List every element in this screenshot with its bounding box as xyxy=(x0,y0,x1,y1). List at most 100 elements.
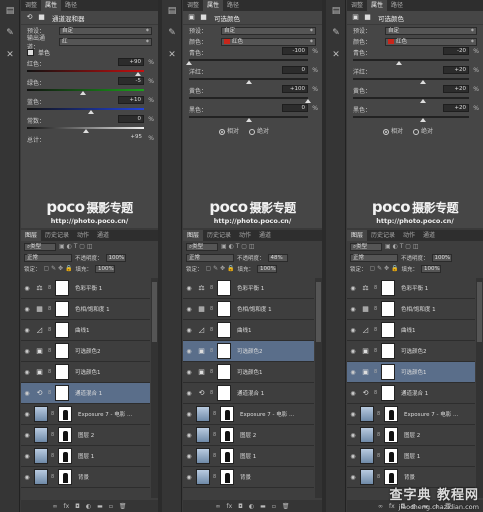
layer-row[interactable]: ◉ 8 图层 2 xyxy=(21,425,150,446)
mask-icon[interactable]: ■ xyxy=(199,13,208,22)
link-layers-icon[interactable]: ∞ xyxy=(215,503,220,510)
filter-icons[interactable]: ▣ ◐ T ▢ ◫ xyxy=(59,243,93,250)
slider-knob[interactable] xyxy=(245,80,252,84)
slider-track[interactable] xyxy=(353,116,469,118)
link-layers-icon[interactable]: ∞ xyxy=(52,503,57,510)
new-layer-icon[interactable]: ▫ xyxy=(272,503,276,510)
tools-icon[interactable]: ✕ xyxy=(329,49,343,61)
color-select[interactable]: 红色 xyxy=(385,37,477,46)
preset-select[interactable]: 自定 xyxy=(59,26,152,35)
layer-row[interactable]: ◉ 8 背景 xyxy=(21,467,150,488)
slider-knob[interactable] xyxy=(419,80,426,84)
layer-row[interactable]: ◉ 8 图层 1 xyxy=(183,446,314,467)
layer-mask[interactable] xyxy=(55,301,69,317)
layer-row[interactable]: ◉ ⚖ 8 色彩平衡 1 xyxy=(21,278,150,299)
slider-value-input[interactable]: +20 xyxy=(443,85,469,93)
blend-mode-select[interactable]: 正常 xyxy=(186,253,234,262)
opacity-input[interactable]: 100% xyxy=(105,253,126,262)
fx-icon[interactable]: fx xyxy=(226,503,232,510)
layer-row[interactable]: ◉ ⚖ 8 色彩平衡 1 xyxy=(347,278,475,299)
eye-icon[interactable]: ◉ xyxy=(23,411,31,418)
eye-icon[interactable]: ◉ xyxy=(185,390,193,397)
layer-row[interactable]: ◉ ◿ 8 曲线1 xyxy=(21,320,150,341)
eye-icon[interactable]: ◉ xyxy=(349,411,357,418)
layer-row[interactable]: ◉ 8 图层 2 xyxy=(183,425,314,446)
slider-value-input[interactable]: -5 xyxy=(118,77,144,85)
layer-row[interactable]: ◉ ▦ 8 色相/饱和度 1 xyxy=(183,299,314,320)
tab-paths[interactable]: 路径 xyxy=(387,0,407,11)
radio-absolute[interactable]: 绝对 xyxy=(413,126,433,135)
layer-mask[interactable] xyxy=(220,427,234,443)
layer-row[interactable]: ◉ ▣ 8 可选颜色2 xyxy=(183,341,314,362)
trash-icon[interactable]: 🗑 xyxy=(119,503,127,510)
tab-adjustments[interactable]: 调整 xyxy=(183,0,203,11)
tab-layers-0[interactable]: 图层 xyxy=(21,230,42,241)
tools-icon[interactable]: ✕ xyxy=(165,49,179,61)
layer-mask[interactable] xyxy=(55,280,69,296)
layer-row[interactable]: ◉ ▣ 8 可选颜色2 xyxy=(21,341,150,362)
adjustment-icon[interactable]: ◐ xyxy=(249,503,254,510)
eye-icon[interactable]: ◉ xyxy=(23,327,31,334)
fill-input[interactable]: 100% xyxy=(94,264,115,273)
tab-properties[interactable]: 属性 xyxy=(367,0,388,11)
layer-mask[interactable] xyxy=(58,427,72,443)
eye-icon[interactable]: ◉ xyxy=(349,432,357,439)
opacity-input[interactable]: 48% xyxy=(267,253,288,262)
layer-row[interactable]: ◉ ▣ 8 可选颜色1 xyxy=(183,362,314,383)
layer-row[interactable]: ◉ ▦ 8 色相/饱和度 1 xyxy=(347,299,475,320)
tab-adjustments[interactable]: 调整 xyxy=(21,0,41,11)
layer-mask[interactable] xyxy=(55,322,69,338)
fill-input[interactable]: 100% xyxy=(420,264,441,273)
radio-absolute[interactable]: 绝对 xyxy=(249,126,269,135)
layer-mask[interactable] xyxy=(55,364,69,380)
slider-value-input[interactable]: +100 xyxy=(282,85,308,93)
eye-icon[interactable]: ◉ xyxy=(349,390,357,397)
eye-icon[interactable]: ◉ xyxy=(23,369,31,376)
slider-knob[interactable] xyxy=(135,72,142,76)
tab-paths[interactable]: 路径 xyxy=(61,0,81,11)
slider-value-input[interactable]: 0 xyxy=(282,66,308,74)
brush-settings-icon[interactable]: ✎ xyxy=(3,27,17,39)
layer-row[interactable]: ◉ ▣ 8 可选颜色1 xyxy=(347,362,475,383)
radio-relative[interactable]: 相对 xyxy=(219,126,239,135)
blend-mode-select[interactable]: 正常 xyxy=(350,253,398,262)
layers-scrollbar[interactable] xyxy=(315,278,322,498)
layer-mask[interactable] xyxy=(381,301,395,317)
group-icon[interactable]: ▬ xyxy=(97,503,103,510)
filter-icons[interactable]: ▣ ◐ T ▢ ◫ xyxy=(385,243,419,250)
layers-scrollbar[interactable] xyxy=(476,278,483,498)
tab-layers-0[interactable]: 图层 xyxy=(347,230,368,241)
eye-icon[interactable]: ◉ xyxy=(23,285,31,292)
radio-relative[interactable]: 相对 xyxy=(383,126,403,135)
mask-icon[interactable]: ■ xyxy=(37,13,46,22)
layer-mask[interactable] xyxy=(55,343,69,359)
slider-knob[interactable] xyxy=(82,129,89,133)
eye-icon[interactable]: ◉ xyxy=(349,327,357,334)
tab-paths[interactable]: 路径 xyxy=(223,0,243,11)
eye-icon[interactable]: ◉ xyxy=(349,453,357,460)
slider-track[interactable] xyxy=(27,70,144,72)
slider-knob[interactable] xyxy=(245,118,252,122)
layer-row[interactable]: ◉ 8 背景 xyxy=(183,467,314,488)
tab-layers-3[interactable]: 通道 xyxy=(419,230,439,241)
eye-icon[interactable]: ◉ xyxy=(185,369,193,376)
layer-row[interactable]: ◉ ▣ 8 可选颜色2 xyxy=(347,341,475,362)
layer-mask[interactable] xyxy=(220,469,234,485)
slider-value-input[interactable]: -100 xyxy=(282,47,308,55)
new-layer-icon[interactable]: ▫ xyxy=(109,503,113,510)
eye-icon[interactable]: ◉ xyxy=(349,348,357,355)
preset-select[interactable]: 自定 xyxy=(385,26,477,35)
eye-icon[interactable]: ◉ xyxy=(349,285,357,292)
tab-properties[interactable]: 属性 xyxy=(41,0,62,11)
slider-knob[interactable] xyxy=(396,61,403,65)
tab-layers-2[interactable]: 动作 xyxy=(235,230,255,241)
tab-layers-1[interactable]: 历史记录 xyxy=(203,230,235,241)
eye-icon[interactable]: ◉ xyxy=(349,369,357,376)
layer-row[interactable]: ◉ 8 Exposure 7 - 电影 ... xyxy=(347,404,475,425)
slider-knob[interactable] xyxy=(305,99,311,103)
layer-row[interactable]: ◉ ⚖ 8 色彩平衡 1 xyxy=(183,278,314,299)
trash-icon[interactable]: 🗑 xyxy=(282,503,290,510)
layer-row[interactable]: ◉ ◿ 8 曲线1 xyxy=(183,320,314,341)
layer-row[interactable]: ◉ 8 图层 1 xyxy=(347,446,475,467)
tab-layers-2[interactable]: 动作 xyxy=(73,230,93,241)
